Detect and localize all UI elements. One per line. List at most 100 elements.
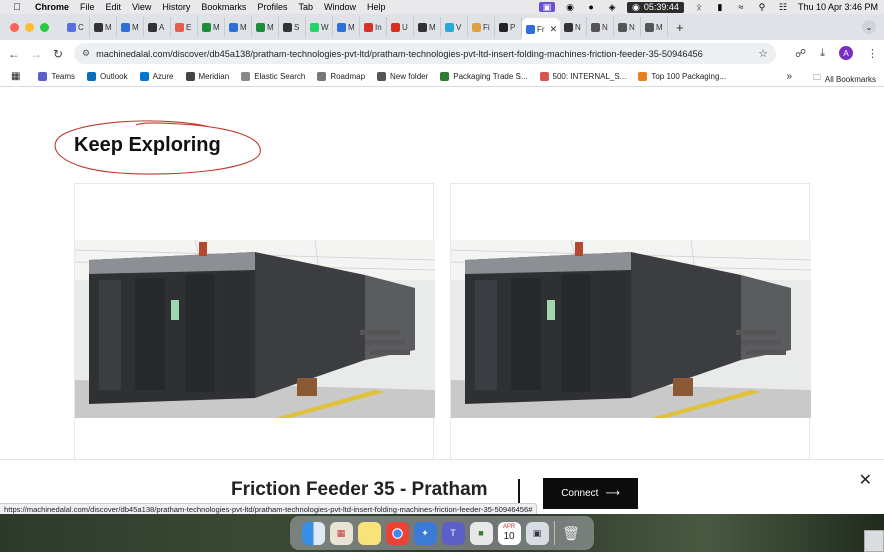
tab-favicon-icon (229, 22, 238, 32)
new-tab-button[interactable]: + (676, 20, 684, 35)
notes-icon[interactable] (357, 521, 381, 545)
apps-grid-icon[interactable]: ▦ (11, 71, 20, 82)
bluetooth-icon[interactable]: ᛟ (693, 2, 705, 12)
bookmark-item[interactable]: New folder (377, 72, 428, 81)
address-bar[interactable]: ⚙ machinedalal.com/discover/db45a138/pra… (74, 43, 776, 64)
grammarly-icon[interactable]: ● (585, 2, 597, 12)
connect-button[interactable]: Connect ⟶ (543, 478, 638, 509)
menu-edit[interactable]: Edit (106, 2, 122, 12)
tab[interactable]: N (614, 17, 641, 37)
machine-image[interactable] (75, 240, 435, 418)
battery-icon[interactable]: ▮ (714, 2, 726, 12)
tab[interactable]: M (641, 17, 668, 37)
menubar-clock[interactable]: Thu 10 Apr 3:46 PM (798, 2, 878, 12)
control-center-icon[interactable]: ☷ (777, 2, 789, 12)
more-menu-icon[interactable]: ⋮ (867, 47, 878, 60)
bookmark-item[interactable]: Meridian (185, 72, 229, 81)
menu-profiles[interactable]: Profiles (257, 2, 287, 12)
menu-tab[interactable]: Tab (298, 2, 313, 12)
tab[interactable]: W (306, 17, 333, 37)
tab-label: M (105, 22, 112, 32)
tab[interactable]: M (225, 17, 252, 37)
extension-menubar-icon[interactable]: ◈ (606, 2, 618, 12)
spotlight-search-icon[interactable]: ⚲ (756, 2, 768, 12)
tab-favicon-icon (591, 22, 600, 32)
close-tab-icon[interactable]: ✕ (550, 24, 558, 35)
teams-icon[interactable]: T (441, 521, 465, 545)
address-url[interactable]: machinedalal.com/discover/db45a138/prath… (96, 49, 703, 59)
tab[interactable]: P (495, 17, 522, 37)
time-tracker-timer[interactable]: ◉ 05:39:44 (627, 1, 684, 13)
forward-arrow-icon[interactable]: → (25, 47, 47, 61)
extensions-icon[interactable]: ☍ (795, 47, 806, 60)
tab-label: M (348, 22, 355, 32)
tab[interactable]: C (63, 17, 90, 37)
tab-favicon-icon (121, 22, 130, 32)
toolbar-actions: ☍ ⤓ A ⋮ (795, 46, 878, 60)
menu-file[interactable]: File (80, 2, 95, 12)
wifi-icon[interactable]: ≈ (735, 2, 747, 12)
screen-share-icon[interactable]: ▣ (539, 2, 556, 12)
finder-icon[interactable] (301, 521, 325, 545)
site-info-icon[interactable]: ⚙ (82, 48, 90, 59)
close-window-button[interactable] (10, 22, 19, 32)
tab[interactable]: M (414, 17, 441, 37)
tab[interactable]: M (90, 17, 117, 37)
creative-cloud-icon[interactable]: ◉ (564, 2, 576, 12)
product-card[interactable] (74, 183, 435, 459)
all-bookmarks-folder[interactable]: 🗀 All Bookmarks (813, 72, 876, 86)
product-card[interactable] (450, 183, 811, 459)
tab[interactable]: A (144, 17, 171, 37)
bookmark-item[interactable]: Packaging Trade S... (440, 72, 528, 81)
tab[interactable]: N (587, 17, 614, 37)
tab-active[interactable]: Fr ✕ (522, 18, 560, 40)
reload-icon[interactable]: ↻ (47, 47, 69, 61)
apple-icon[interactable]:  (10, 2, 24, 13)
maximize-window-button[interactable] (40, 22, 49, 32)
bookmark-item[interactable]: Roadmap (317, 72, 365, 81)
bookmark-item[interactable]: 500: INTERNAL_S... (539, 72, 626, 81)
bookmark-item[interactable]: Teams (38, 72, 75, 81)
calendar-icon[interactable]: APR 10 (497, 521, 521, 545)
tab[interactable]: In (360, 17, 387, 37)
tab-list: C M M A E M M M S W M In U M V Fi P Fr ✕ N N N M (63, 14, 668, 40)
tab-label: E (186, 22, 192, 32)
minimize-window-button[interactable] (25, 22, 34, 32)
tab-label: N (602, 22, 608, 32)
bookmark-item[interactable]: Azure (139, 72, 174, 81)
tab[interactable]: M (117, 17, 144, 37)
menu-bookmarks[interactable]: Bookmarks (201, 2, 246, 12)
tab[interactable]: S (279, 17, 306, 37)
tab[interactable]: M (252, 17, 279, 37)
close-icon[interactable]: ✕ (859, 470, 872, 490)
screenshot-thumbnail[interactable] (864, 530, 884, 552)
menu-view[interactable]: View (132, 2, 151, 12)
tab[interactable]: M (198, 17, 225, 37)
back-arrow-icon[interactable]: ← (3, 47, 25, 61)
download-icon[interactable]: ⤓ (820, 47, 825, 60)
menu-history[interactable]: History (162, 2, 190, 12)
tab[interactable]: N (560, 17, 587, 37)
tab[interactable]: U (387, 17, 414, 37)
preview-icon[interactable]: ▣ (525, 521, 549, 545)
bookmark-star-icon[interactable]: ☆ (758, 47, 768, 60)
tab[interactable]: M (333, 17, 360, 37)
menu-window[interactable]: Window (324, 2, 356, 12)
bookmarks-overflow-icon[interactable]: » (786, 71, 792, 82)
chrome-icon[interactable] (385, 521, 409, 545)
tab[interactable]: Fi (468, 17, 495, 37)
trash-icon[interactable]: 🗑 (560, 522, 583, 545)
machine-image[interactable] (451, 240, 811, 418)
bookmark-item[interactable]: Top 100 Packaging... (638, 72, 726, 81)
launchpad-icon[interactable]: ▦ (329, 521, 353, 545)
bookmark-item[interactable]: Outlook (87, 72, 128, 81)
menu-app-chrome[interactable]: Chrome (35, 2, 69, 12)
tab[interactable]: V (441, 17, 468, 37)
menu-help[interactable]: Help (367, 2, 386, 12)
tab-search-button[interactable]: ⌄ (862, 20, 876, 34)
profile-avatar[interactable]: A (839, 46, 853, 60)
office-icon[interactable]: ■ (469, 521, 493, 545)
tab[interactable]: E (171, 17, 198, 37)
app-icon[interactable]: ✦ (413, 521, 437, 545)
bookmark-item[interactable]: Elastic Search (241, 72, 305, 81)
